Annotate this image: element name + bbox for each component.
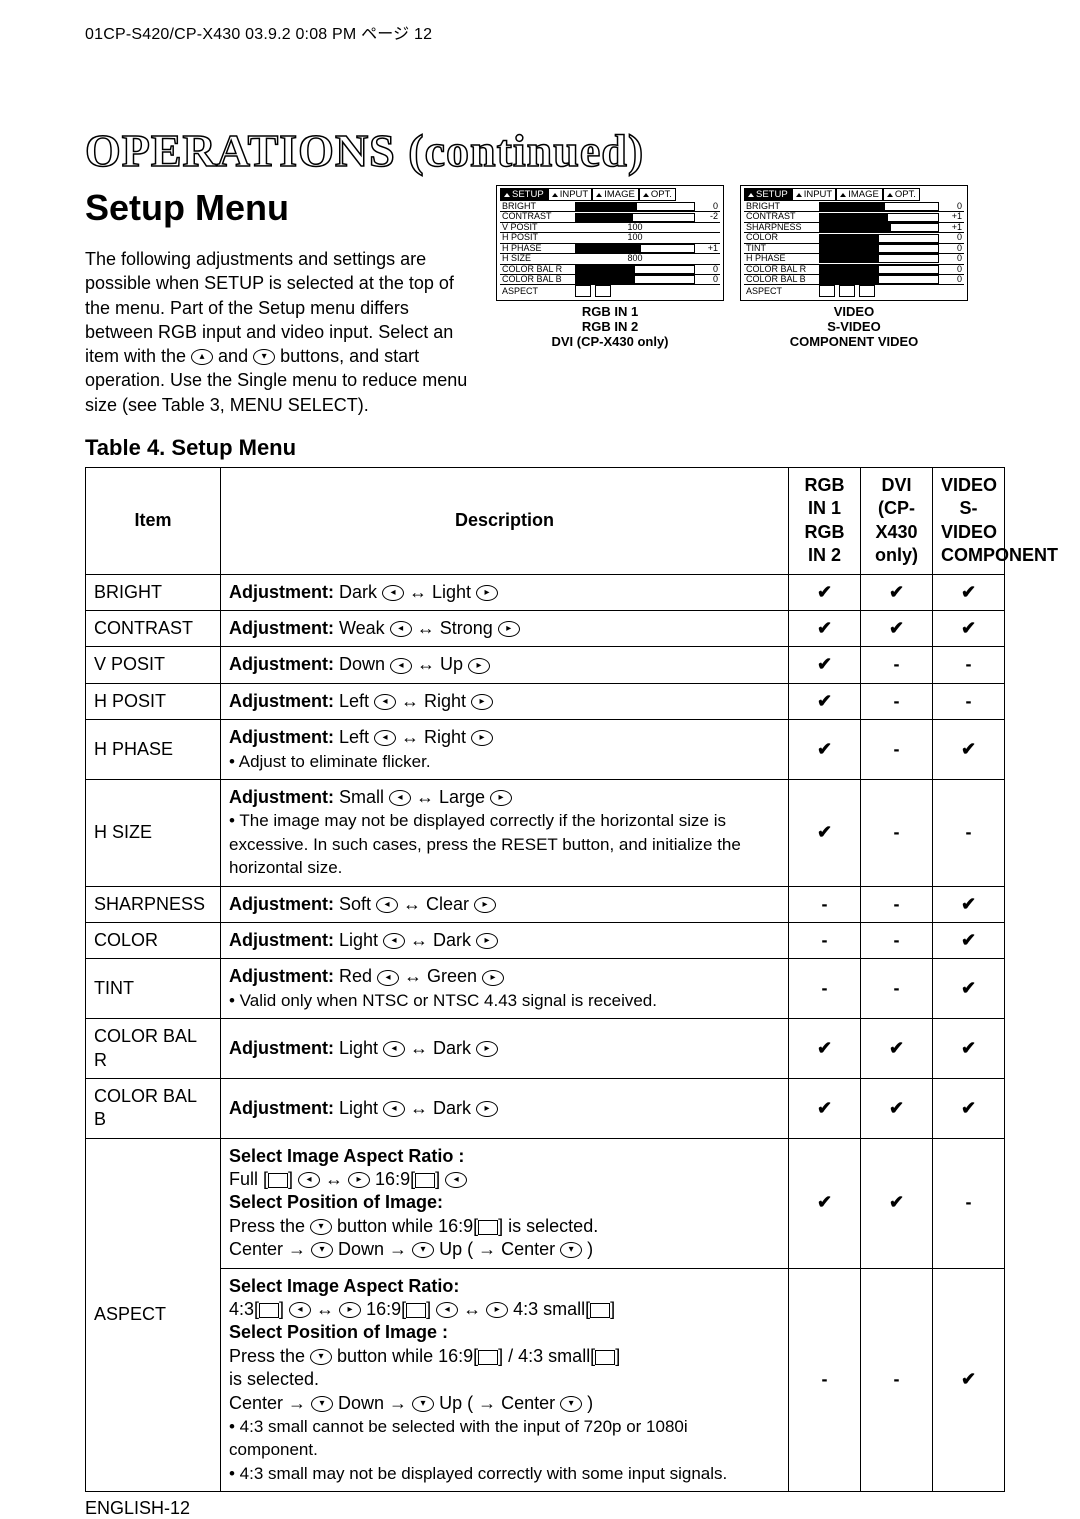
th-video: VIDEOS-VIDEOCOMPONENT [933, 468, 1005, 575]
table-row: COLORAdjustment: Light ◂ ↔ Dark ▸--✔ [86, 922, 1005, 958]
menu-screenshot-video: SETUP INPUT IMAGE OPT. BRIGHT0CONTRAST+1… [740, 185, 968, 301]
table-row: H PHASEAdjustment: Left ◂ ↔ Right ▸• Adj… [86, 720, 1005, 780]
th-desc: Description [221, 468, 789, 575]
table-row: TINTAdjustment: Red ◂ ↔ Green ▸• Valid o… [86, 959, 1005, 1019]
table-row: COLOR BAL RAdjustment: Light ◂ ↔ Dark ▸✔… [86, 1019, 1005, 1079]
table-row: COLOR BAL BAdjustment: Light ◂ ↔ Dark ▸✔… [86, 1078, 1005, 1138]
down-button-icon: ▾ [253, 349, 275, 365]
menu-caption-rgb: RGB IN 1RGB IN 2DVI (CP-X430 only) [496, 305, 724, 350]
table-row: V POSITAdjustment: Down ◂ ↔ Up ▸✔-- [86, 647, 1005, 683]
menu-screenshots: SETUP INPUT IMAGE OPT. BRIGHT0CONTRAST-2… [496, 183, 1005, 350]
table-row: Select Image Aspect Ratio:4:3[] ◂ ↔ ▸ 16… [86, 1268, 1005, 1492]
section-heading: Setup Menu [85, 187, 480, 229]
table-row: H SIZEAdjustment: Small ◂ ↔ Large ▸• The… [86, 779, 1005, 886]
th-rgb: RGB IN 1RGB IN 2 [789, 468, 861, 575]
table-row: CONTRASTAdjustment: Weak ◂ ↔ Strong ▸✔✔✔ [86, 611, 1005, 647]
menu-screenshot-rgb: SETUP INPUT IMAGE OPT. BRIGHT0CONTRAST-2… [496, 185, 724, 301]
page-title: OPERATIONS (continued) [85, 124, 1005, 177]
table-row: H POSITAdjustment: Left ◂ ↔ Right ▸✔-- [86, 683, 1005, 719]
table-row: SHARPNESSAdjustment: Soft ◂ ↔ Clear ▸--✔ [86, 886, 1005, 922]
up-button-icon: ▴ [191, 349, 213, 365]
th-dvi: DVI(CP-X430only) [861, 468, 933, 575]
page-footer: ENGLISH-12 [85, 1498, 1005, 1519]
intro-text: The following adjustments and settings a… [85, 247, 475, 417]
table-row: ASPECTSelect Image Aspect Ratio :Full []… [86, 1138, 1005, 1268]
running-head: 01CP-S420/CP-X430 03.9.2 0:08 PM ページ 12 [85, 20, 1005, 44]
table-row: BRIGHTAdjustment: Dark ◂ ↔ Light ▸✔✔✔ [86, 574, 1005, 610]
table-caption: Table 4. Setup Menu [85, 435, 480, 461]
th-item: Item [86, 468, 221, 575]
menu-caption-video: VIDEOS-VIDEOCOMPONENT VIDEO [740, 305, 968, 350]
setup-table: Item Description RGB IN 1RGB IN 2 DVI(CP… [85, 467, 1005, 1492]
